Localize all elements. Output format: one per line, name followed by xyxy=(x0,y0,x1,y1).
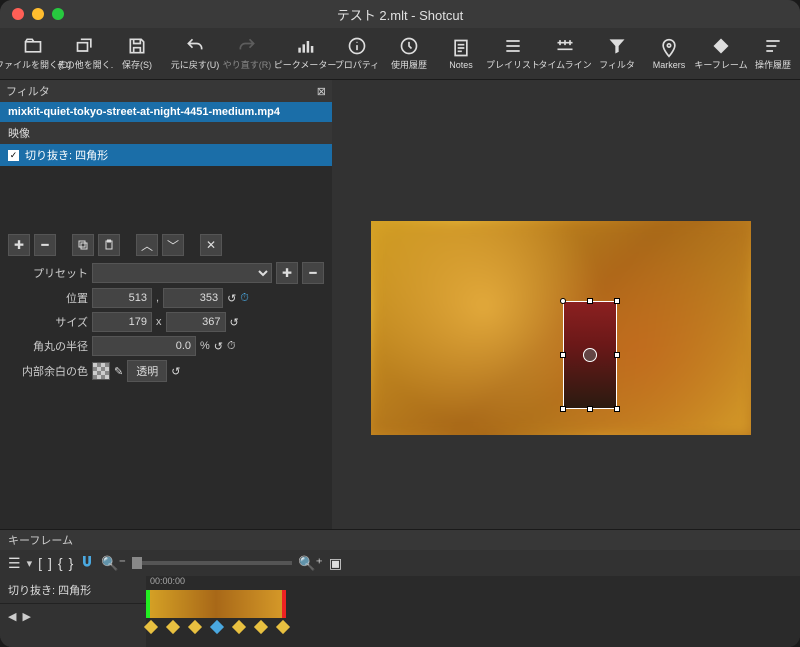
zoom-slider[interactable] xyxy=(132,561,292,565)
crop-handle-ml[interactable] xyxy=(560,352,566,358)
remove-preset-button[interactable]: ━ xyxy=(302,262,324,284)
kf-bracket-close-icon[interactable]: ] xyxy=(48,555,52,571)
keyframe-position-icon[interactable]: ⏱ xyxy=(240,292,249,305)
kf-time-0: 00:00:00 xyxy=(150,576,185,586)
position-x-input[interactable] xyxy=(92,288,152,308)
filters-button[interactable]: フィルタ xyxy=(592,30,642,78)
disable-filter-button[interactable]: ✕ xyxy=(200,234,222,256)
history-button[interactable]: 操作履歴 xyxy=(748,30,798,78)
position-label: 位置 xyxy=(8,290,88,306)
keyframe-diamond[interactable] xyxy=(166,620,180,634)
kf-prev-button[interactable]: ◀ xyxy=(8,610,16,623)
titlebar: テスト 2.mlt - Shotcut xyxy=(0,0,800,28)
keyframes-button[interactable]: キーフレーム xyxy=(696,30,746,78)
move-down-button[interactable]: ﹀ xyxy=(162,234,184,256)
minimize-window-button[interactable] xyxy=(32,8,44,20)
crop-rectangle[interactable] xyxy=(563,301,617,409)
kf-next-button[interactable]: ▶ xyxy=(22,610,30,623)
keyframe-diamond[interactable] xyxy=(232,620,246,634)
reset-position-icon[interactable]: ↺ xyxy=(227,292,236,305)
move-up-button[interactable]: ︿ xyxy=(136,234,158,256)
keyframe-diamond[interactable] xyxy=(144,620,158,634)
notes-button[interactable]: Notes xyxy=(436,30,486,78)
kf-brace-close-icon[interactable]: } xyxy=(69,555,74,571)
keyframe-track-area[interactable]: 00:00:00 xyxy=(146,576,800,647)
add-filter-button[interactable]: ✚ xyxy=(8,234,30,256)
keyframe-clip[interactable] xyxy=(146,590,286,618)
position-y-input[interactable] xyxy=(163,288,223,308)
save-button[interactable]: 保存(S) xyxy=(112,30,162,78)
crop-handle-mr[interactable] xyxy=(614,352,620,358)
kf-menu-icon[interactable]: ☰ xyxy=(8,555,21,572)
preset-label: プリセット xyxy=(8,265,88,281)
radius-input[interactable] xyxy=(92,336,196,356)
keyframe-diamond[interactable] xyxy=(276,620,290,634)
markers-button[interactable]: Markers xyxy=(644,30,694,78)
add-preset-button[interactable]: ✚ xyxy=(276,262,298,284)
zoom-out-icon[interactable]: 🔍⁻ xyxy=(101,555,126,572)
preset-select[interactable] xyxy=(92,263,272,283)
close-panel-icon[interactable]: ⊠ xyxy=(317,85,326,98)
remove-filter-button[interactable]: ━ xyxy=(34,234,56,256)
keyframe-diamond[interactable] xyxy=(254,620,268,634)
crop-handle-tm[interactable] xyxy=(587,298,593,304)
radius-label: 角丸の半径 xyxy=(8,338,88,354)
timeline-button[interactable]: タイムライン xyxy=(540,30,590,78)
zoom-fit-icon[interactable]: ▣ xyxy=(329,555,342,572)
clip-name: mixkit-quiet-tokyo-street-at-night-4451-… xyxy=(0,102,332,122)
main-toolbar: ファイルを開く(O) その他を開く. 保存(S) 元に戻す(U) やり直す(R)… xyxy=(0,28,800,80)
properties-button[interactable]: プロパティ xyxy=(332,30,382,78)
close-window-button[interactable] xyxy=(12,8,24,20)
crop-center-handle[interactable] xyxy=(583,348,597,362)
playlist-button[interactable]: プレイリスト xyxy=(488,30,538,78)
reset-size-icon[interactable]: ↺ xyxy=(230,316,239,329)
eyedropper-icon[interactable]: ✎ xyxy=(114,365,123,378)
keyframe-radius-icon[interactable]: ⏱ xyxy=(227,340,236,353)
keyframe-panel: キーフレーム ☰▾ [ ] { } 🔍⁻ 🔍⁺ ▣ 切り抜き: 四角形 ◀ ▶ … xyxy=(0,529,800,647)
open-other-button[interactable]: その他を開く. xyxy=(60,30,110,78)
reset-radius-icon[interactable]: ↺ xyxy=(214,340,223,353)
paste-filter-button[interactable] xyxy=(98,234,120,256)
crop-handle-tr[interactable] xyxy=(614,298,620,304)
peakmeter-button[interactable]: ピークメーター xyxy=(280,30,330,78)
filter-name: 切り抜き: 四角形 xyxy=(25,147,108,163)
kf-bracket-open-icon[interactable]: [ xyxy=(38,555,42,571)
kf-brace-open-icon[interactable]: { xyxy=(58,555,63,571)
filter-item-crop[interactable]: ✓ 切り抜き: 四角形 xyxy=(0,144,332,166)
snap-icon[interactable] xyxy=(79,554,95,573)
keyframe-diamond[interactable] xyxy=(188,620,202,634)
reset-color-icon[interactable]: ↺ xyxy=(171,365,180,378)
video-section-label: 映像 xyxy=(0,122,332,144)
recent-button[interactable]: 使用履歴 xyxy=(384,30,434,78)
size-w-input[interactable] xyxy=(92,312,152,332)
redo-button[interactable]: やり直す(R) xyxy=(222,30,272,78)
zoom-in-icon[interactable]: 🔍⁺ xyxy=(298,555,323,572)
transparent-button[interactable]: 透明 xyxy=(127,360,167,382)
open-file-button[interactable]: ファイルを開く(O) xyxy=(8,30,58,78)
size-h-input[interactable] xyxy=(166,312,226,332)
kf-track-label: 切り抜き: 四角形 xyxy=(0,576,146,604)
crop-handle-tl[interactable] xyxy=(560,298,566,304)
filter-panel-title: フィルタ xyxy=(6,83,50,99)
crop-handle-bm[interactable] xyxy=(587,406,593,412)
filter-checkbox[interactable]: ✓ xyxy=(8,150,19,161)
copy-filter-button[interactable] xyxy=(72,234,94,256)
crop-handle-br[interactable] xyxy=(614,406,620,412)
preview-canvas[interactable] xyxy=(371,221,751,435)
size-label: サイズ xyxy=(8,314,88,330)
crop-handle-bl[interactable] xyxy=(560,406,566,412)
maximize-window-button[interactable] xyxy=(52,8,64,20)
padcolor-label: 内部余白の色 xyxy=(8,363,88,379)
keyframe-title: キーフレーム xyxy=(0,530,800,550)
keyframe-diamond[interactable] xyxy=(210,620,224,634)
color-swatch[interactable] xyxy=(92,362,110,380)
undo-button[interactable]: 元に戻す(U) xyxy=(170,30,220,78)
window-title: テスト 2.mlt - Shotcut xyxy=(337,5,463,24)
